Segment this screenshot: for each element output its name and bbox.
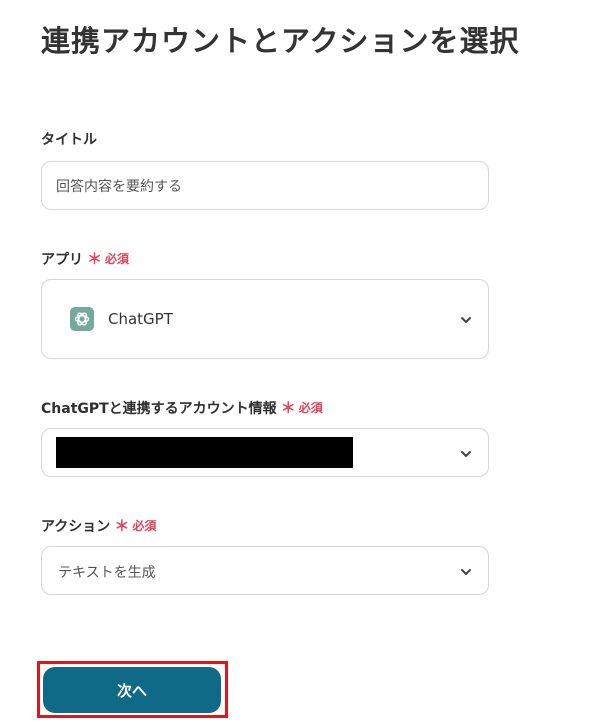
title-label-text: タイトル bbox=[41, 132, 97, 148]
selected-app-name: ChatGPT bbox=[108, 310, 173, 328]
required-asterisk: ＊ bbox=[87, 250, 103, 268]
required-badge: 必須 bbox=[132, 519, 157, 533]
required-badge: 必須 bbox=[105, 252, 130, 266]
chevron-down-icon bbox=[460, 563, 472, 575]
account-select[interactable] bbox=[41, 428, 489, 477]
app-select[interactable]: ChatGPT bbox=[41, 279, 489, 359]
page-title: 連携アカウントとアクションを選択 bbox=[41, 24, 520, 58]
required-asterisk: ＊ bbox=[114, 517, 130, 535]
selected-action: テキストを生成 bbox=[58, 565, 156, 581]
required-badge: 必須 bbox=[298, 401, 323, 415]
app-field-label: アプリ ＊ 必須 bbox=[41, 248, 129, 269]
title-field-label: タイトル bbox=[41, 129, 97, 149]
action-select[interactable]: テキストを生成 bbox=[41, 546, 489, 595]
chevron-down-icon bbox=[460, 445, 472, 457]
account-label-text: ChatGPTと連携するアカウント情報 bbox=[41, 400, 277, 417]
action-field-label: アクション ＊ 必須 bbox=[41, 515, 156, 536]
required-asterisk: ＊ bbox=[280, 399, 296, 417]
title-input[interactable] bbox=[41, 161, 489, 210]
redacted-account-info bbox=[56, 437, 353, 468]
action-label-text: アクション bbox=[41, 518, 111, 535]
account-field-label: ChatGPTと連携するアカウント情報 ＊ 必須 bbox=[41, 397, 323, 418]
chevron-down-icon bbox=[460, 311, 472, 323]
page: 連携アカウントとアクションを選択 タイトル アプリ ＊ 必須 ChatGPT bbox=[0, 0, 597, 725]
app-label-text: アプリ bbox=[41, 251, 83, 268]
next-button[interactable]: 次へ bbox=[43, 667, 221, 713]
chatgpt-logo-icon bbox=[70, 307, 94, 331]
